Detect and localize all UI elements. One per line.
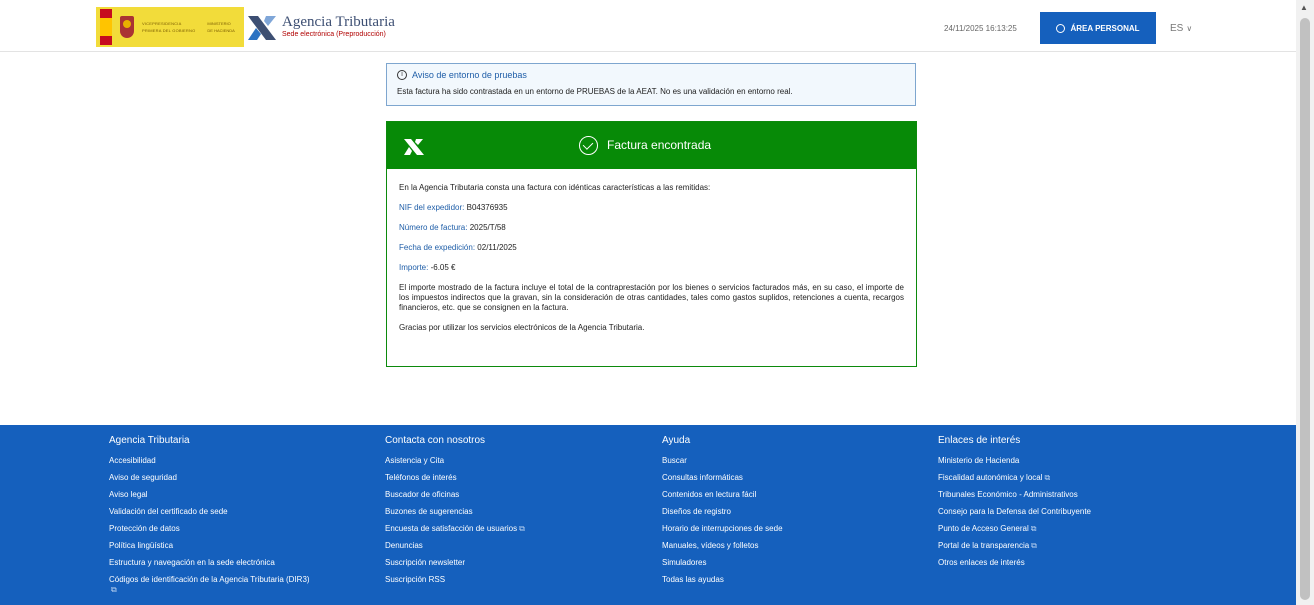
footer-link[interactable]: Validación del certificado de sede [109, 507, 371, 524]
footer-link[interactable]: Suscripción RSS [385, 575, 647, 592]
footer-link[interactable]: Política lingüística [109, 541, 371, 558]
footer-link[interactable]: Estructura y navegación en la sede elect… [109, 558, 371, 575]
notice-text: Esta factura ha sido contrastada en un e… [397, 87, 793, 96]
footer-column-ayuda: Ayuda Buscar Consultas informáticas Cont… [662, 435, 924, 592]
footer-link[interactable]: Simuladores [662, 558, 924, 575]
aeat-white-logo-icon [404, 139, 424, 155]
chevron-down-icon: ∨ [1186, 24, 1193, 33]
aeat-logo-icon[interactable] [246, 12, 280, 42]
result-header: Factura encontrada [387, 122, 916, 169]
footer-link[interactable]: Otros enlaces de interés [938, 558, 1238, 575]
gov-line-1: VICEPRESIDENCIA [142, 21, 182, 26]
field-invoice-number: Número de factura: 2025/T/58 [399, 223, 506, 232]
footer-column-contacta: Contacta con nosotros Asistencia y Cita … [385, 435, 647, 592]
footer-link[interactable]: Encuesta de satisfacción de usuarios ⧉ [385, 524, 647, 541]
gov-line-2: PRIMERA DEL GOBIERNO [142, 28, 196, 33]
footer-link[interactable]: Manuales, vídeos y folletos [662, 541, 924, 558]
gov-line-3: MINISTERIO [207, 21, 231, 26]
test-environment-notice: i Aviso de entorno de pruebas Esta factu… [386, 63, 916, 106]
session-datetime: 24/11/2025 16:13:25 [944, 24, 1017, 33]
notice-title: Aviso de entorno de pruebas [412, 70, 527, 80]
external-link-icon: ⧉ [1030, 524, 1037, 533]
field-amount: Importe: -6.05 € [399, 263, 456, 272]
footer-link[interactable]: Consultas informáticas [662, 473, 924, 490]
footer-link[interactable]: Buscar [662, 456, 924, 473]
thanks-message: Gracias por utilizar los servicios elect… [399, 323, 645, 332]
external-link-icon: ⧉ [1031, 541, 1037, 550]
info-icon: i [397, 70, 407, 80]
footer-link[interactable]: Fiscalidad autonómica y local ⧉ [938, 473, 1238, 490]
external-link-icon: ⧉ [111, 585, 117, 594]
footer-link[interactable]: Teléfonos de interés [385, 473, 647, 490]
footer-column-agencia: Agencia Tributaria Accesibilidad Aviso d… [109, 435, 371, 599]
scroll-up-arrow-icon[interactable]: ▲ [1300, 3, 1308, 12]
footer-link[interactable]: Consejo para la Defensa del Contribuyent… [938, 507, 1238, 524]
government-logo[interactable]: VICEPRESIDENCIA PRIMERA DEL GOBIERNO MIN… [96, 7, 244, 47]
language-label: ES [1170, 23, 1184, 34]
footer-link[interactable]: Aviso de seguridad [109, 473, 371, 490]
footer-column-enlaces: Enlaces de interés Ministerio de Haciend… [938, 435, 1238, 575]
spain-flag-icon [100, 9, 112, 45]
footer-link[interactable]: Ministerio de Hacienda [938, 456, 1238, 473]
result-body: En la Agencia Tributaria consta una fact… [387, 169, 916, 333]
footer-link[interactable]: Accesibilidad [109, 456, 371, 473]
personal-area-button[interactable]: ÁREA PERSONAL [1040, 12, 1156, 44]
footer-link[interactable]: Tribunales Económico - Administrativos [938, 490, 1238, 507]
language-selector[interactable]: ES ∨ [1170, 23, 1192, 34]
footer-link[interactable]: Todas las ayudas [662, 575, 924, 592]
user-icon [1056, 23, 1066, 33]
brand-name[interactable]: Agencia Tributaria [282, 14, 395, 31]
footer-link[interactable]: Horario de interrupciones de sede [662, 524, 924, 541]
footer-link[interactable]: Buscador de oficinas [385, 490, 647, 507]
result-title: Factura encontrada [607, 138, 712, 152]
footer-column-title: Agencia Tributaria [109, 435, 190, 446]
result-intro: En la Agencia Tributaria consta una fact… [399, 183, 711, 192]
coat-of-arms-icon [120, 16, 134, 38]
scroll-thumb[interactable] [1300, 18, 1310, 600]
footer-link[interactable]: Denuncias [385, 541, 647, 558]
personal-area-label: ÁREA PERSONAL [1070, 23, 1140, 33]
footer-link[interactable]: Protección de datos [109, 524, 371, 541]
field-issue-date: Fecha de expedición: 02/11/2025 [399, 243, 517, 252]
footer-link[interactable]: Suscripción newsletter [385, 558, 647, 575]
external-link-icon: ⧉ [519, 524, 525, 533]
amount-disclaimer: El importe mostrado de la factura incluy… [399, 283, 904, 312]
footer-link[interactable]: Asistencia y Cita [385, 456, 647, 473]
footer-link[interactable]: Aviso legal [109, 490, 371, 507]
footer-link[interactable]: Contenidos en lectura fácil [662, 490, 924, 507]
footer-column-title: Enlaces de interés [938, 435, 1021, 446]
footer-link[interactable]: Punto de Acceso General ⧉ [938, 524, 1238, 541]
field-nif: NIF del expedidor: B04376935 [399, 203, 508, 212]
invoice-result-card: Factura encontrada En la Agencia Tributa… [386, 121, 917, 367]
brand-subtitle: Sede electrónica (Preproducción) [282, 31, 386, 38]
external-link-icon: ⧉ [1044, 473, 1051, 482]
site-header: VICEPRESIDENCIA PRIMERA DEL GOBIERNO MIN… [0, 0, 1296, 52]
check-circle-icon [579, 136, 598, 155]
footer-link[interactable]: Diseños de registro [662, 507, 924, 524]
gov-line-4: DE HACIENDA [207, 28, 235, 33]
footer-column-title: Ayuda [662, 435, 691, 446]
page-scrollbar[interactable]: ▲ [1296, 0, 1314, 605]
footer-link[interactable]: Portal de la transparencia ⧉ [938, 541, 1238, 558]
site-footer: Agencia Tributaria Accesibilidad Aviso d… [0, 425, 1296, 605]
footer-column-title: Contacta con nosotros [385, 435, 486, 446]
footer-link[interactable]: Códigos de identificación de la Agencia … [109, 575, 371, 599]
footer-link[interactable]: Buzones de sugerencias [385, 507, 647, 524]
